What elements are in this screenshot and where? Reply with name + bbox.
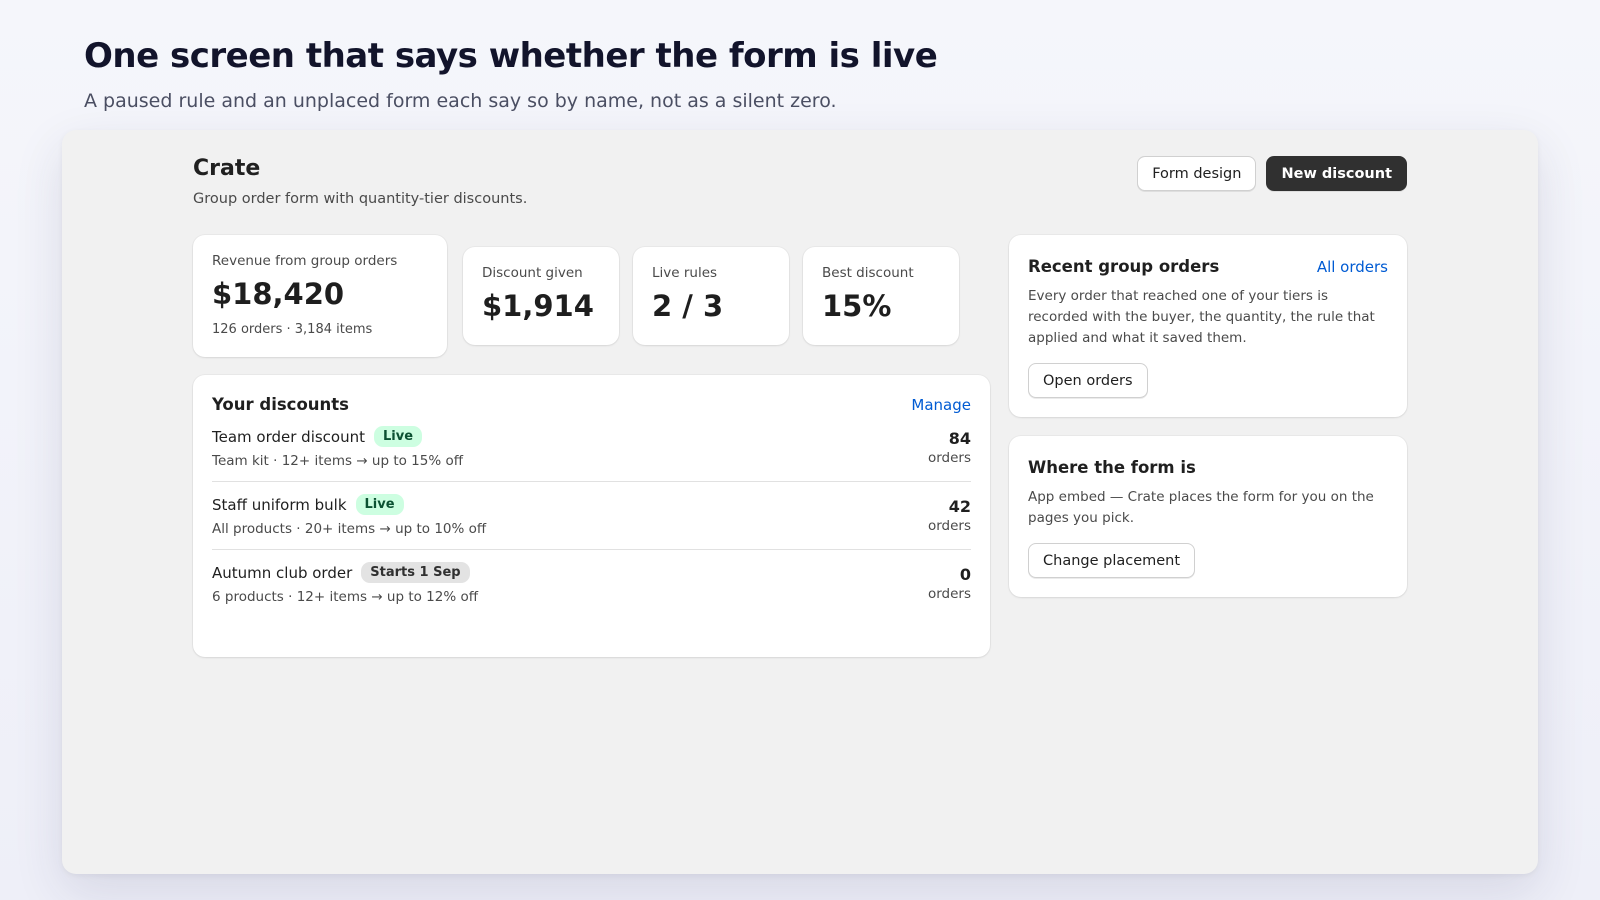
page-title: Crate bbox=[193, 156, 261, 181]
discount-description: Team kit · 12+ items → up to 15% off bbox=[212, 453, 464, 469]
discount-name-line: Staff uniform bulk Live bbox=[212, 494, 486, 515]
manage-link[interactable]: Manage bbox=[911, 396, 971, 414]
stat-value: $18,420 bbox=[212, 277, 345, 311]
discount-name-line: Autumn club order Starts 1 Sep bbox=[212, 562, 478, 583]
discount-name-line: Team order discount Live bbox=[212, 426, 463, 447]
discount-info: Autumn club order Starts 1 Sep 6 product… bbox=[212, 562, 478, 605]
form-placement-header: Where the form is bbox=[1028, 458, 1388, 477]
order-count-value: 84 bbox=[948, 429, 971, 448]
header-actions: Form design New discount bbox=[1137, 156, 1407, 191]
order-count-unit: orders bbox=[927, 586, 971, 602]
stat-label: Live rules bbox=[652, 265, 718, 281]
discount-description: 6 products · 12+ items → up to 12% off bbox=[212, 589, 479, 605]
stat-value: $1,914 bbox=[482, 289, 594, 323]
stat-label: Revenue from group orders bbox=[212, 253, 398, 269]
discount-info: Team order discount Live Team kit · 12+ … bbox=[212, 426, 463, 469]
form-placement-text: App embed — Crate places the form for yo… bbox=[1028, 489, 1374, 526]
discount-info: Staff uniform bulk Live All products · 2… bbox=[212, 494, 486, 537]
right-column: Recent group orders All orders Every ord… bbox=[1009, 235, 1407, 597]
status-badge: Live bbox=[374, 426, 423, 447]
order-count-unit: orders bbox=[927, 450, 971, 466]
left-column: Revenue from group orders $18,420 126 or… bbox=[193, 235, 990, 657]
status-badge: Live bbox=[355, 494, 404, 515]
hero-title: One screen that says whether the form is… bbox=[84, 36, 938, 76]
app-frame: Crate Group order form with quantity-tie… bbox=[62, 130, 1538, 874]
stat-footnote: 126 orders · 3,184 items bbox=[212, 322, 373, 337]
stat-card-discount-given: Discount given $1,914 bbox=[463, 247, 619, 345]
form-placement-title: Where the form is bbox=[1028, 458, 1196, 477]
stat-card-revenue: Revenue from group orders $18,420 126 or… bbox=[193, 235, 447, 357]
page-header: Crate Group order form with quantity-tie… bbox=[193, 156, 1407, 207]
discounts-header: Your discounts Manage bbox=[212, 395, 971, 414]
stat-card-live-rules: Live rules 2 / 3 bbox=[633, 247, 789, 345]
discount-name[interactable]: Autumn club order bbox=[212, 564, 352, 582]
recent-orders-card: Recent group orders All orders Every ord… bbox=[1009, 235, 1407, 417]
form-placement-card: Where the form is App embed — Crate plac… bbox=[1009, 436, 1407, 597]
stat-label: Discount given bbox=[482, 265, 583, 281]
order-count-value: 0 bbox=[959, 565, 971, 584]
discount-row[interactable]: Autumn club order Starts 1 Sep 6 product… bbox=[212, 549, 971, 617]
app-page: Crate Group order form with quantity-tie… bbox=[193, 156, 1407, 657]
discount-order-count: 84 orders bbox=[928, 429, 971, 466]
stats-row: Revenue from group orders $18,420 126 or… bbox=[193, 235, 990, 357]
discount-order-count: 42 orders bbox=[928, 497, 971, 534]
discount-name[interactable]: Team order discount bbox=[212, 428, 365, 446]
discounts-card: Your discounts Manage Team order discoun… bbox=[193, 375, 990, 657]
recent-orders-text: Every order that reached one of your tie… bbox=[1028, 288, 1375, 346]
hero-subtitle: A paused rule and an unplaced form each … bbox=[84, 90, 837, 112]
new-discount-button[interactable]: New discount bbox=[1266, 156, 1407, 191]
discount-name[interactable]: Staff uniform bulk bbox=[212, 496, 347, 514]
stat-label: Best discount bbox=[822, 265, 914, 281]
order-count-unit: orders bbox=[927, 518, 971, 534]
recent-orders-title: Recent group orders bbox=[1028, 257, 1220, 276]
order-count-value: 42 bbox=[948, 497, 971, 516]
page-heading: Crate Group order form with quantity-tie… bbox=[193, 156, 527, 207]
discounts-title: Your discounts bbox=[212, 395, 350, 414]
open-orders-button[interactable]: Open orders bbox=[1028, 363, 1148, 398]
discount-description: All products · 20+ items → up to 10% off bbox=[212, 521, 487, 537]
stat-value: 2 / 3 bbox=[652, 289, 724, 323]
form-design-button[interactable]: Form design bbox=[1137, 156, 1257, 191]
hero: One screen that says whether the form is… bbox=[84, 34, 938, 112]
all-orders-link[interactable]: All orders bbox=[1317, 258, 1388, 276]
discount-row[interactable]: Team order discount Live Team kit · 12+ … bbox=[212, 414, 971, 481]
page-subtitle: Group order form with quantity-tier disc… bbox=[193, 191, 528, 207]
status-badge: Starts 1 Sep bbox=[361, 562, 470, 583]
recent-orders-header: Recent group orders All orders bbox=[1028, 257, 1388, 276]
change-placement-button[interactable]: Change placement bbox=[1028, 543, 1196, 578]
stat-card-best-discount: Best discount 15% bbox=[803, 247, 959, 345]
discount-row[interactable]: Staff uniform bulk Live All products · 2… bbox=[212, 481, 971, 549]
discount-order-count: 0 orders bbox=[928, 565, 971, 602]
stat-value: 15% bbox=[822, 289, 892, 323]
